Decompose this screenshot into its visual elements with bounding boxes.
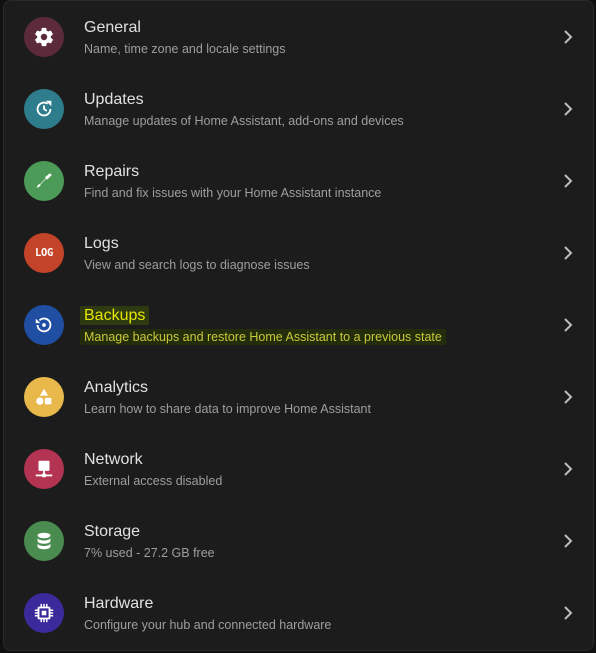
settings-item-storage[interactable]: Storage 7% used - 27.2 GB free bbox=[4, 505, 593, 577]
settings-item-repairs[interactable]: Repairs Find and fix issues with your Ho… bbox=[4, 145, 593, 217]
chevron-right-icon bbox=[564, 606, 573, 620]
item-subtitle: Manage backups and restore Home Assistan… bbox=[80, 329, 446, 345]
item-subtitle: View and search logs to diagnose issues bbox=[84, 258, 310, 272]
settings-item-backups[interactable]: Backups Manage backups and restore Home … bbox=[4, 289, 593, 361]
item-subtitle: Configure your hub and connected hardwar… bbox=[84, 618, 332, 632]
item-title: Backups bbox=[80, 306, 150, 326]
chevron-right-icon bbox=[564, 534, 573, 548]
chevron-right-icon bbox=[564, 174, 573, 188]
highlighted-title: Backups bbox=[80, 306, 150, 325]
item-subtitle: Learn how to share data to improve Home … bbox=[84, 402, 371, 416]
chevron-right-icon bbox=[564, 30, 573, 44]
settings-item-hardware[interactable]: Hardware Configure your hub and connecte… bbox=[4, 577, 593, 649]
backup-restore-icon bbox=[24, 305, 64, 345]
settings-item-updates[interactable]: Updates Manage updates of Home Assistant… bbox=[4, 73, 593, 145]
shapes-icon bbox=[24, 377, 64, 417]
update-icon bbox=[24, 89, 64, 129]
item-title: Logs bbox=[84, 235, 119, 252]
database-icon bbox=[24, 521, 64, 561]
gear-icon bbox=[24, 17, 64, 57]
item-title: Hardware bbox=[84, 595, 154, 612]
settings-system-list: General Name, time zone and locale setti… bbox=[3, 0, 594, 651]
item-subtitle: Name, time zone and locale settings bbox=[84, 42, 286, 56]
item-subtitle: External access disabled bbox=[84, 474, 223, 488]
item-title: Repairs bbox=[84, 163, 140, 180]
item-title: Storage bbox=[84, 523, 141, 540]
highlighted-subtitle: Manage backups and restore Home Assistan… bbox=[80, 329, 446, 345]
network-icon bbox=[24, 449, 64, 489]
item-title: Network bbox=[84, 451, 143, 468]
chip-icon bbox=[24, 593, 64, 633]
log-icon-text: LOG bbox=[34, 247, 54, 259]
item-title: Updates bbox=[84, 91, 144, 108]
item-subtitle: 7% used - 27.2 GB free bbox=[84, 546, 215, 560]
settings-item-general[interactable]: General Name, time zone and locale setti… bbox=[4, 1, 593, 73]
item-subtitle: Manage updates of Home Assistant, add-on… bbox=[84, 114, 404, 128]
chevron-right-icon bbox=[564, 462, 573, 476]
chevron-right-icon bbox=[564, 390, 573, 404]
chevron-right-icon bbox=[564, 246, 573, 260]
settings-item-logs[interactable]: LOG Logs View and search logs to diagnos… bbox=[4, 217, 593, 289]
settings-item-network[interactable]: Network External access disabled bbox=[4, 433, 593, 505]
settings-item-analytics[interactable]: Analytics Learn how to share data to imp… bbox=[4, 361, 593, 433]
item-title: Analytics bbox=[84, 379, 149, 396]
chevron-right-icon bbox=[564, 318, 573, 332]
screwdriver-icon bbox=[24, 161, 64, 201]
log-icon: LOG bbox=[24, 233, 64, 273]
chevron-right-icon bbox=[564, 102, 573, 116]
item-subtitle: Find and fix issues with your Home Assis… bbox=[84, 186, 382, 200]
item-title: General bbox=[84, 19, 141, 36]
